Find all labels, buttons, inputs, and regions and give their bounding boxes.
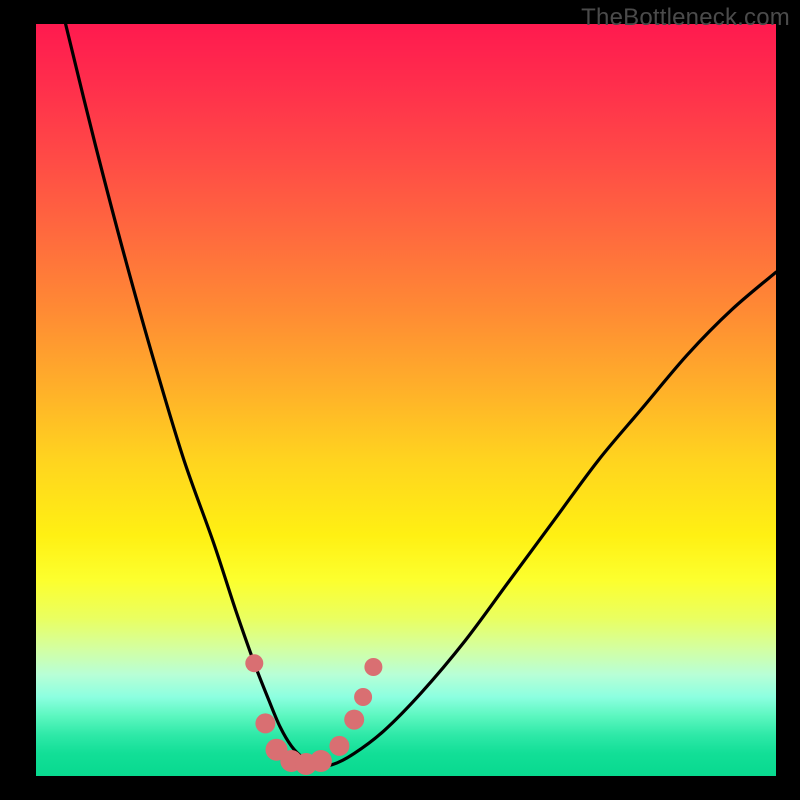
marker-dot (354, 688, 372, 706)
watermark-text: TheBottleneck.com (581, 4, 790, 32)
marker-dot (245, 654, 263, 672)
marker-dot (310, 750, 332, 772)
chart-frame: TheBottleneck.com (0, 0, 800, 800)
marker-dot (364, 658, 382, 676)
bottleneck-curve (66, 24, 776, 766)
curve-markers (245, 654, 382, 775)
curve-layer (36, 24, 776, 776)
plot-area (36, 24, 776, 776)
marker-dot (344, 710, 364, 730)
marker-dot (255, 713, 275, 733)
marker-dot (329, 736, 349, 756)
